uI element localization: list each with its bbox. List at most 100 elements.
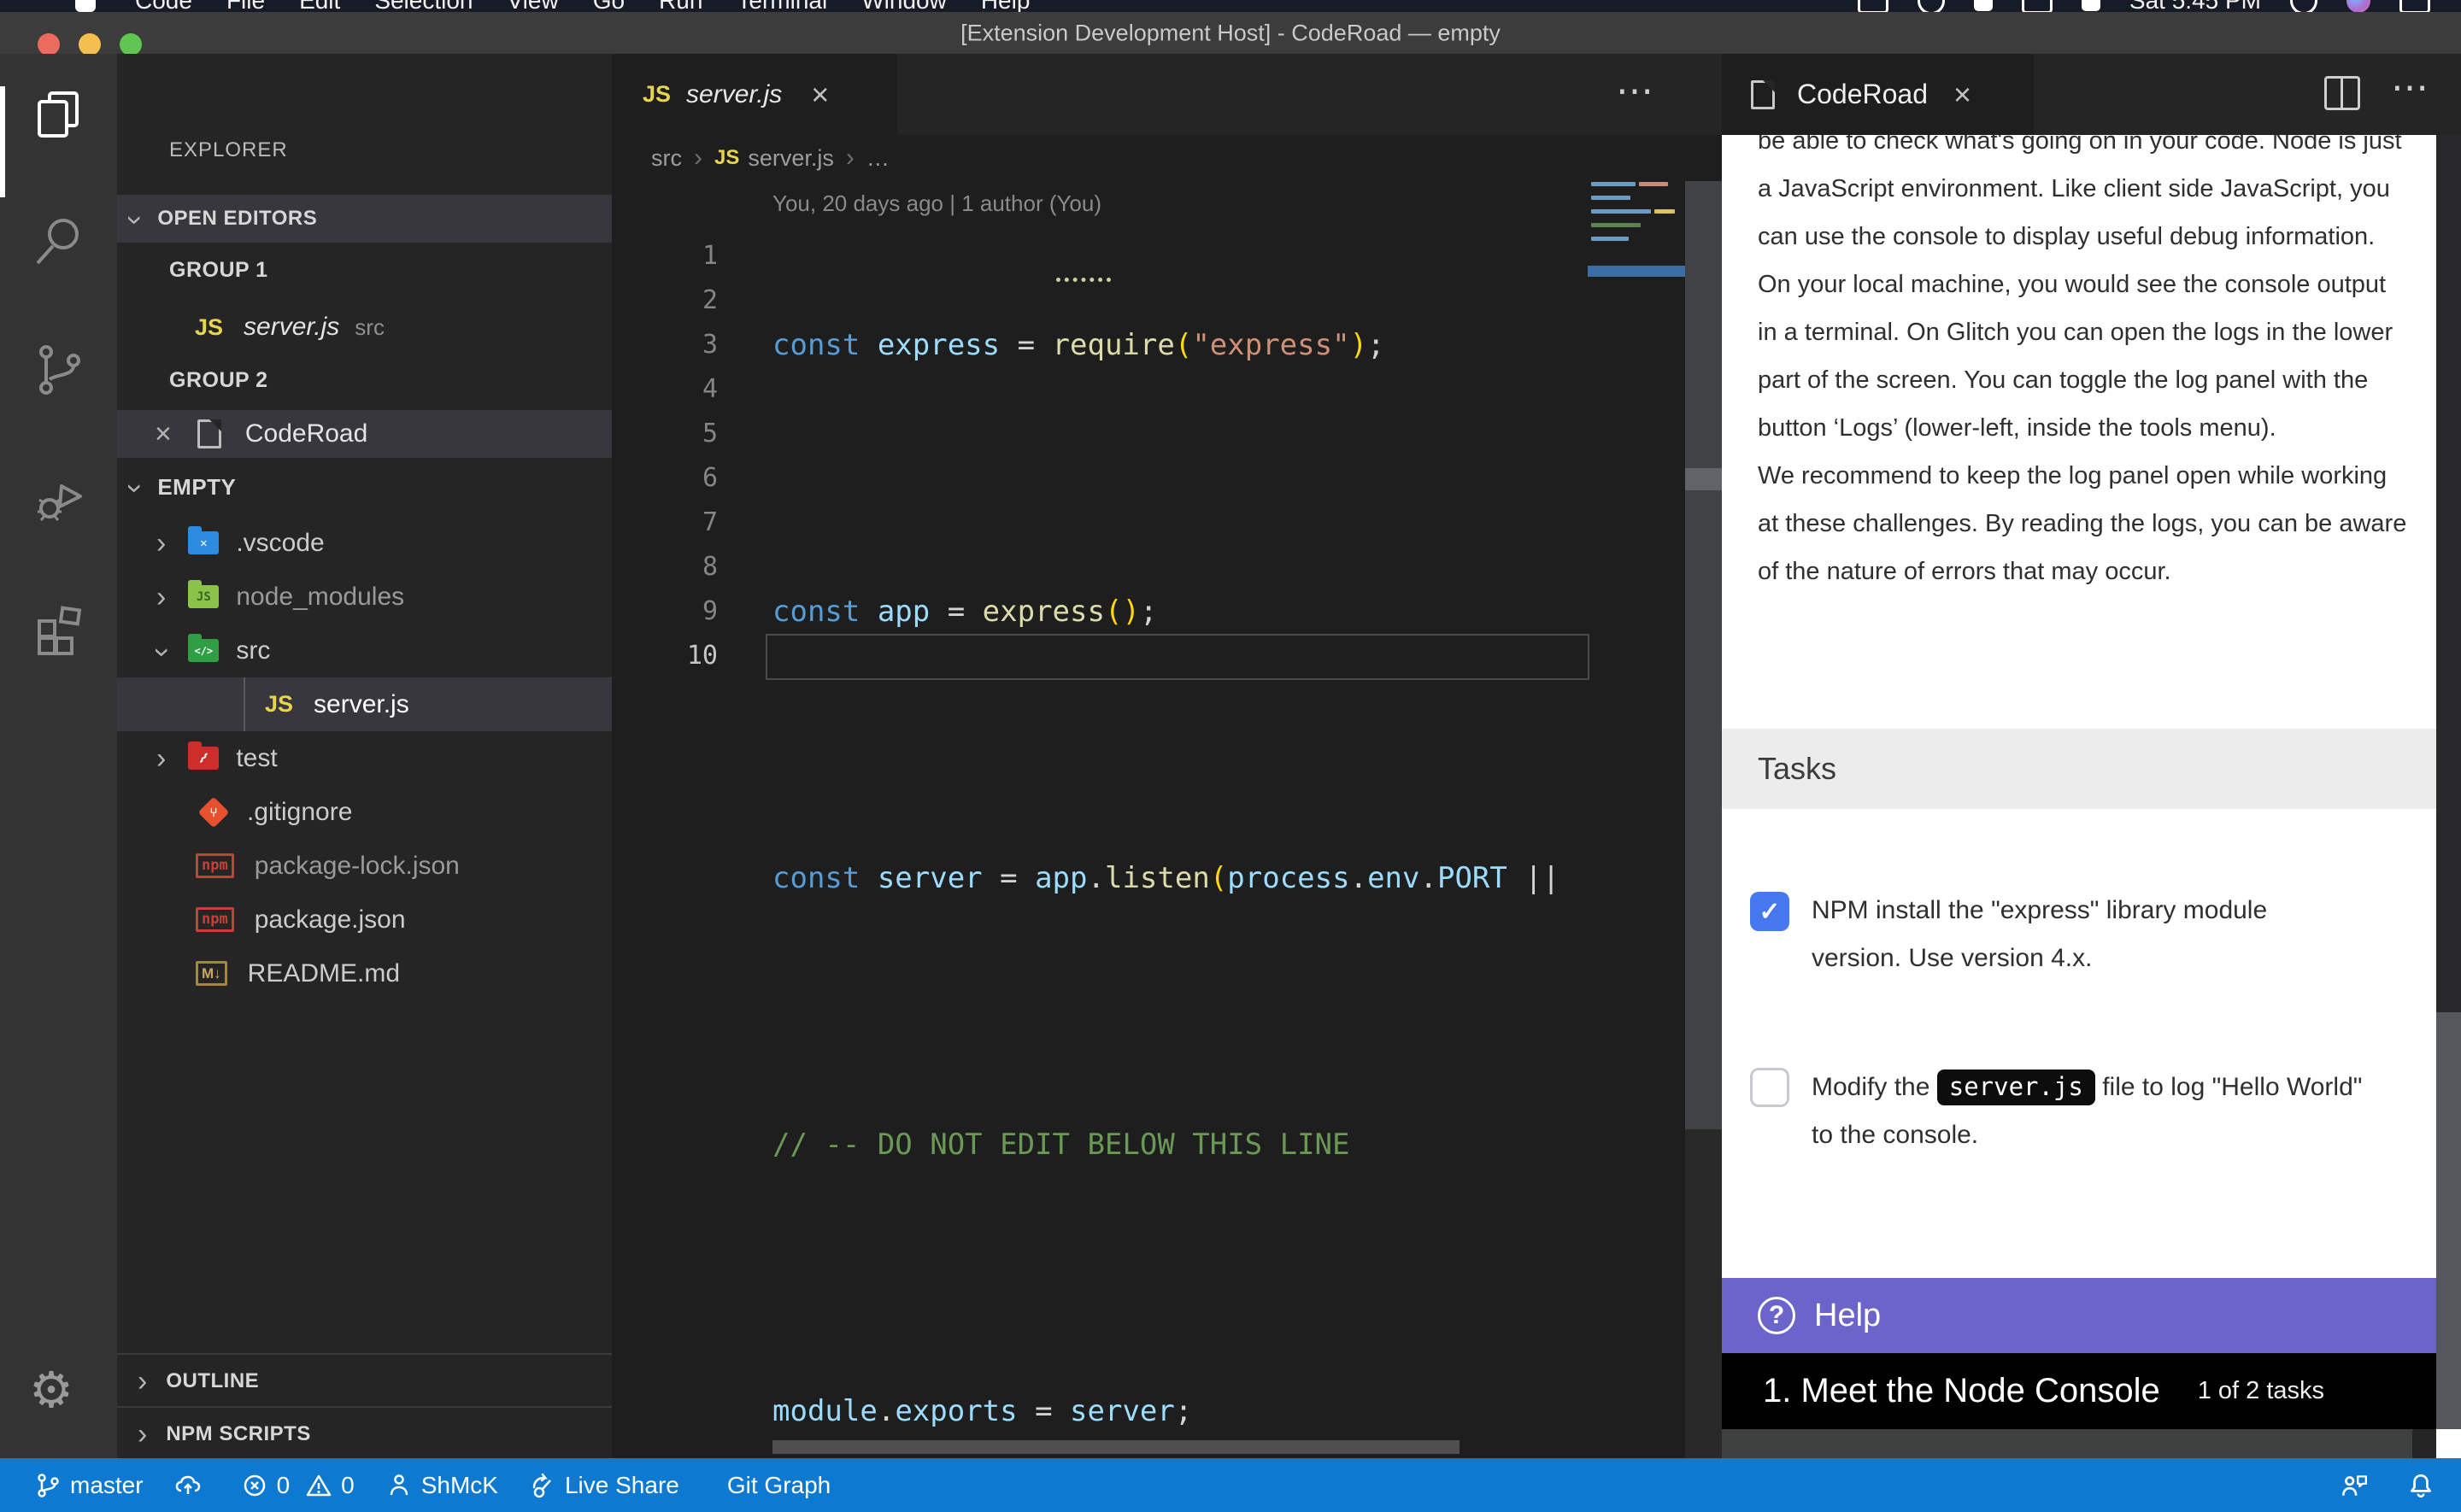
- close-tab-icon[interactable]: ×: [811, 79, 829, 110]
- menu-view[interactable]: View: [508, 0, 559, 12]
- active-view-indicator: [0, 86, 5, 197]
- outline-label: OUTLINE: [166, 1369, 259, 1393]
- checkbox-unchecked[interactable]: [1750, 1068, 1789, 1107]
- settings-gear-icon[interactable]: ⚙: [29, 1361, 73, 1421]
- section-outline[interactable]: › OUTLINE: [117, 1353, 612, 1408]
- scrollbar-thumb[interactable]: [1685, 468, 1722, 490]
- menu-file[interactable]: File: [226, 0, 265, 12]
- display-status-icon[interactable]: [2022, 0, 2053, 12]
- minimap-line: [1591, 223, 1641, 227]
- workspace-label: EMPTY: [157, 474, 236, 501]
- menu-help[interactable]: Help: [981, 0, 1031, 12]
- menu-run[interactable]: Run: [659, 0, 702, 12]
- tree-item-gitignore[interactable]: ⑂ .gitignore: [117, 785, 612, 839]
- breadcrumb-server-js[interactable]: server.js: [748, 145, 834, 172]
- keyboard-status-icon[interactable]: [1858, 0, 1888, 12]
- tab-server-js[interactable]: JS server.js ×: [612, 54, 897, 135]
- codelens-annotation[interactable]: You, 20 days ago | 1 author (You): [772, 190, 1101, 217]
- person-icon: [385, 1472, 413, 1499]
- tree-item-node-modules[interactable]: › JS node_modules: [117, 570, 612, 624]
- tree-item-server-js[interactable]: JS server.js: [117, 677, 612, 731]
- open-editor-path-badge: src: [355, 314, 385, 341]
- lesson-paragraph: be able to check what's going on in your…: [1758, 135, 2409, 452]
- apple-logo-icon[interactable]: [75, 0, 96, 12]
- menu-go[interactable]: Go: [593, 0, 625, 12]
- source-control-icon[interactable]: [31, 342, 87, 398]
- run-debug-icon[interactable]: [31, 471, 87, 527]
- git-branch-status[interactable]: master: [34, 1472, 144, 1499]
- tree-item-test[interactable]: › ⌇ test: [117, 731, 612, 785]
- editor-actions-more-icon[interactable]: ⋯: [1616, 73, 1653, 110]
- close-icon[interactable]: ×: [155, 419, 172, 448]
- menu-edit[interactable]: Edit: [299, 0, 340, 12]
- breadcrumb-symbol[interactable]: …: [866, 145, 890, 172]
- shield-status-icon[interactable]: [1918, 0, 1945, 12]
- menu-bar-clock[interactable]: Sat 5:45 PM: [2129, 0, 2261, 12]
- git-graph-button[interactable]: Git Graph: [727, 1472, 831, 1499]
- account-status[interactable]: ShMcK: [385, 1472, 498, 1499]
- warning-icon: [305, 1472, 332, 1499]
- breadcrumb[interactable]: src › JS server.js › …: [612, 135, 1722, 181]
- open-editors-label: OPEN EDITORS: [157, 207, 317, 231]
- zoom-window-button[interactable]: [120, 33, 142, 56]
- extensions-icon[interactable]: [31, 601, 87, 657]
- tree-item-src[interactable]: › </> src: [117, 624, 612, 677]
- coderoad-webview: be able to check what's going on in your…: [1722, 135, 2436, 1278]
- spotlight-icon[interactable]: [2290, 0, 2317, 12]
- chevron-down-icon: ›: [148, 648, 177, 657]
- open-editor-coderoad[interactable]: × CodeRoad: [117, 410, 612, 458]
- panel-more-actions-icon[interactable]: ⋯: [2391, 69, 2429, 107]
- warning-count: 0: [341, 1472, 355, 1499]
- minimap-slider[interactable]: [1588, 266, 1685, 277]
- explorer-icon[interactable]: [31, 86, 87, 143]
- close-window-button[interactable]: [38, 33, 60, 56]
- tab-coderoad[interactable]: CodeRoad ×: [1722, 54, 2034, 135]
- notifications-bell-icon[interactable]: [2406, 1471, 2435, 1500]
- file-icon: [197, 419, 221, 448]
- minimap[interactable]: [1588, 182, 1685, 302]
- src-folder-icon: </>: [188, 639, 219, 662]
- breadcrumb-src[interactable]: src: [651, 145, 682, 172]
- close-tab-icon[interactable]: ×: [1953, 79, 1971, 110]
- split-editor-icon[interactable]: [2324, 76, 2360, 110]
- section-workspace-empty[interactable]: › EMPTY: [117, 463, 612, 511]
- help-bar[interactable]: ? Help: [1722, 1278, 2436, 1353]
- minimize-window-button[interactable]: [79, 33, 101, 56]
- play-status-icon[interactable]: [1974, 0, 1993, 11]
- user-name: ShMcK: [421, 1472, 498, 1499]
- menu-window[interactable]: Window: [861, 0, 947, 12]
- editor-group-2-header: GROUP 2: [117, 356, 612, 404]
- webview-scrollbar-thumb[interactable]: [2436, 1012, 2461, 1429]
- tree-item-label: package.json: [255, 905, 406, 935]
- code-line-2: [772, 456, 1588, 501]
- js-file-icon: JS: [195, 314, 223, 341]
- sync-changes-button[interactable]: [174, 1472, 210, 1499]
- tasks-header-label: Tasks: [1758, 751, 1836, 787]
- group1-label: GROUP 1: [169, 258, 268, 283]
- live-share-button[interactable]: Live Share: [529, 1472, 679, 1499]
- section-open-editors[interactable]: › OPEN EDITORS: [117, 195, 612, 243]
- tree-item-package-lock[interactable]: npm package-lock.json: [117, 839, 612, 893]
- siri-icon[interactable]: [2346, 0, 2370, 12]
- checkbox-checked[interactable]: ✓: [1750, 892, 1789, 931]
- tree-item-package-json[interactable]: npm package.json: [117, 893, 612, 946]
- search-icon[interactable]: [31, 212, 87, 268]
- control-center-icon[interactable]: [2399, 0, 2430, 12]
- markdown-icon: M↓: [196, 961, 227, 986]
- horizontal-scrollbar-thumb[interactable]: [772, 1440, 1460, 1454]
- section-npm-scripts[interactable]: › NPM SCRIPTS: [117, 1406, 612, 1458]
- problems-status[interactable]: 0 0: [241, 1472, 355, 1499]
- menu-code[interactable]: Code: [135, 0, 192, 12]
- menu-terminal[interactable]: Terminal: [737, 0, 827, 12]
- editor-scrollbar[interactable]: [1685, 181, 1722, 1129]
- coderoad-panel: CodeRoad × ⋯ be able to check what's goi…: [1722, 54, 2461, 1458]
- battery-status-icon[interactable]: [2082, 0, 2100, 11]
- code-editor-content[interactable]: const express = require("express"); cons…: [772, 234, 1588, 1458]
- feedback-icon[interactable]: [2340, 1471, 2369, 1500]
- tree-item-readme[interactable]: M↓ README.md: [117, 946, 612, 1000]
- open-editor-server-js[interactable]: JS server.js src: [117, 301, 612, 354]
- tree-item-vscode[interactable]: › ✕ .vscode: [117, 516, 612, 570]
- check-icon: ✓: [1759, 897, 1780, 927]
- tree-item-label: package-lock.json: [255, 852, 460, 881]
- menu-selection[interactable]: Selection: [374, 0, 473, 12]
